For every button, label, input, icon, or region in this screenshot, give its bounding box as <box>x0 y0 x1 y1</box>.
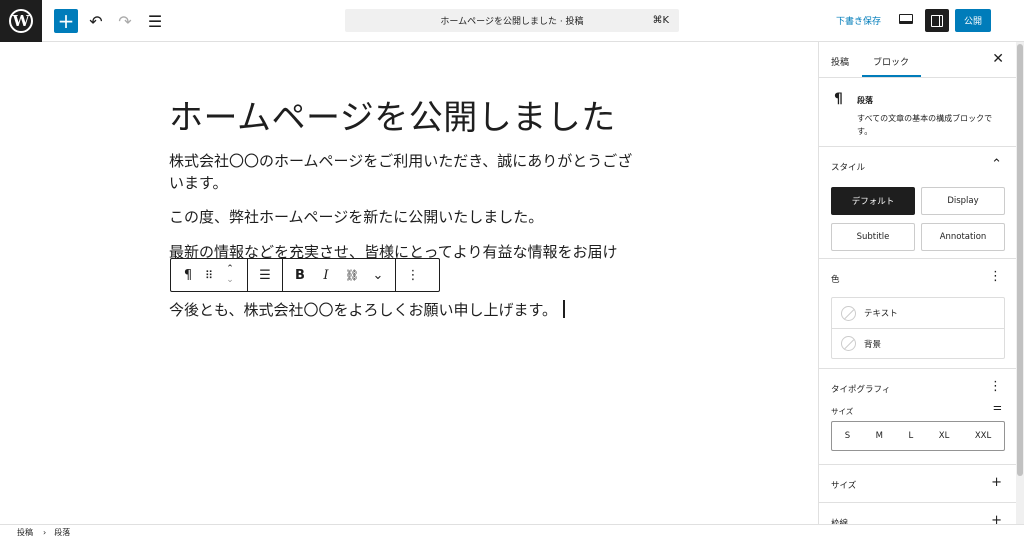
empty-swatch-icon <box>841 336 856 351</box>
font-size-xxl[interactable]: XXL <box>975 431 991 441</box>
document-title-text: ホームページを公開しました · 投稿 <box>440 17 584 27</box>
font-size-m[interactable]: M <box>876 431 883 441</box>
block-toolbar-group-options: ⋮ <box>396 259 430 291</box>
bold-button[interactable]: B <box>287 259 313 291</box>
redo-icon[interactable]: ↷ <box>113 9 137 33</box>
preview-desktop-icon[interactable] <box>899 14 913 24</box>
style-panel-title: スタイル <box>831 163 866 173</box>
style-panel-header[interactable]: スタイル ⌃ <box>819 147 1016 187</box>
editor-canvas[interactable]: ホームページを公開しました 株式会社〇〇のホームページをご利用いただき、誠にあり… <box>0 42 818 524</box>
dimensions-panel-title: サイズ <box>831 481 857 491</box>
link-icon[interactable]: ⛓ <box>339 259 365 291</box>
chevron-right-icon: › <box>43 527 47 537</box>
color-options-icon[interactable]: ⋮ <box>989 269 1002 284</box>
drag-handle-icon[interactable]: ⠿ <box>201 259 217 291</box>
add-block-button[interactable]: + <box>54 9 78 33</box>
post-title[interactable]: ホームページを公開しました <box>169 90 616 139</box>
publish-button[interactable]: 公開 <box>955 9 991 32</box>
block-toolbar: ¶ ⠿ ⌃ ⌄ ☰ B I ⛓ ⌄ ⋮ <box>170 258 440 292</box>
font-size-xl[interactable]: XL <box>939 431 950 441</box>
plus-icon[interactable]: + <box>991 475 1002 490</box>
paragraph-block[interactable]: 株式会社〇〇のホームページをご利用いただき、誠にありがとうございます。 <box>169 150 639 194</box>
empty-swatch-icon <box>841 305 856 321</box>
save-draft-button[interactable]: 下書き保存 <box>836 14 881 27</box>
text-caret <box>563 300 565 318</box>
paragraph-block-selected[interactable]: 今後とも、株式会社〇〇をよろしくお願い申し上げます。 <box>169 299 639 321</box>
color-panel: 色 ⋮ テキスト 背景 <box>819 259 1016 369</box>
font-size-l[interactable]: L <box>909 431 914 441</box>
paragraph-block[interactable]: この度、弊社ホームページを新たに公開いたしました。 <box>169 206 639 228</box>
background-color-option[interactable]: 背景 <box>832 328 1004 358</box>
tab-block[interactable]: ブロック <box>873 55 909 68</box>
italic-button[interactable]: I <box>313 259 339 291</box>
font-size-label: サイズ <box>831 407 854 416</box>
block-toolbar-group-align: ☰ <box>248 259 283 291</box>
paragraph-text: 今後とも、株式会社〇〇をよろしくお願い申し上げます。 <box>169 301 558 319</box>
dimensions-panel[interactable]: サイズ + <box>819 465 1016 503</box>
font-size-s[interactable]: S <box>845 431 850 441</box>
style-display-button[interactable]: Display <box>921 187 1005 215</box>
more-formatting-icon[interactable]: ⌄ <box>365 259 391 291</box>
block-toolbar-group-format: B I ⛓ ⌄ <box>283 259 396 291</box>
typography-panel: タイポグラフィ ⋮ サイズ ⚌ S M L XL XXL <box>819 369 1016 465</box>
style-subtitle-button[interactable]: Subtitle <box>831 223 915 251</box>
color-panel-title: 色 <box>831 275 840 285</box>
tab-post[interactable]: 投稿 <box>831 55 849 68</box>
text-color-label: テキスト <box>864 309 898 319</box>
style-default-button[interactable]: デフォルト <box>831 187 915 215</box>
command-palette-bar[interactable]: ホームページを公開しました · 投稿 ⌘K <box>345 9 679 32</box>
move-down-icon[interactable]: ⌄ <box>226 275 234 286</box>
style-panel: スタイル ⌃ デフォルト Display Subtitle Annotation <box>819 147 1016 259</box>
close-icon[interactable]: ✕ <box>992 51 1004 67</box>
typography-options-icon[interactable]: ⋮ <box>989 379 1002 394</box>
settings-sidebar: 投稿 ブロック ✕ ¶ 段落 すべての文章の基本の構成ブロックです。 スタイル … <box>818 42 1016 524</box>
top-toolbar: W + ↶ ↷ ☰ ホームページを公開しました · 投稿 ⌘K 下書き保存 公開 <box>0 0 1024 42</box>
text-color-option[interactable]: テキスト <box>832 298 1004 328</box>
border-panel[interactable]: 枠線 + <box>819 503 1016 524</box>
breadcrumb-item-post[interactable]: 投稿 <box>17 527 33 538</box>
color-options: テキスト 背景 <box>831 297 1005 359</box>
settings-toggle-button[interactable] <box>925 9 949 32</box>
wordpress-logo-button[interactable]: W <box>0 0 42 42</box>
paragraph-icon: ¶ <box>834 91 843 107</box>
undo-icon[interactable]: ↶ <box>84 9 108 33</box>
sidebar-scrollbar[interactable] <box>1016 42 1024 524</box>
border-panel-title: 枠線 <box>831 519 849 524</box>
scrollbar-thumb[interactable] <box>1017 44 1023 476</box>
style-annotation-button[interactable]: Annotation <box>921 223 1005 251</box>
block-description: すべての文章の基本の構成ブロックです。 <box>857 114 993 136</box>
breadcrumb-item-paragraph[interactable]: 段落 <box>54 527 70 538</box>
block-toolbar-group-type: ¶ ⠿ ⌃ ⌄ <box>171 259 248 291</box>
command-shortcut: ⌘K <box>652 15 669 26</box>
block-name: 段落 <box>857 96 873 105</box>
font-size-picker: S M L XL XXL <box>831 421 1005 451</box>
custom-size-icon[interactable]: ⚌ <box>993 402 1002 413</box>
border-panel-header: 枠線 + <box>819 503 1016 524</box>
plus-icon[interactable]: + <box>991 513 1002 524</box>
block-mover: ⌃ ⌄ <box>217 259 243 291</box>
typography-panel-title: タイポグラフィ <box>831 385 891 395</box>
list-view-icon[interactable]: ☰ <box>143 9 167 33</box>
paragraph-icon[interactable]: ¶ <box>175 259 201 291</box>
sidebar-icon <box>931 14 943 27</box>
move-up-icon[interactable]: ⌃ <box>226 264 234 275</box>
dimensions-panel-header: サイズ + <box>819 465 1016 505</box>
block-card: ¶ 段落 すべての文章の基本の構成ブロックです。 <box>819 78 1016 147</box>
active-tab-indicator <box>862 75 921 77</box>
typography-panel-header: タイポグラフィ ⋮ <box>819 369 1016 409</box>
wordpress-icon: W <box>9 9 33 33</box>
block-breadcrumb: 投稿 › 段落 <box>0 524 1024 539</box>
chevron-up-icon[interactable]: ⌃ <box>991 157 1002 172</box>
align-text-icon[interactable]: ☰ <box>252 259 278 291</box>
background-color-label: 背景 <box>864 339 882 350</box>
color-panel-header: 色 ⋮ <box>819 259 1016 299</box>
sidebar-tabs: 投稿 ブロック ✕ <box>819 42 1016 78</box>
block-options-icon[interactable]: ⋮ <box>400 259 426 291</box>
